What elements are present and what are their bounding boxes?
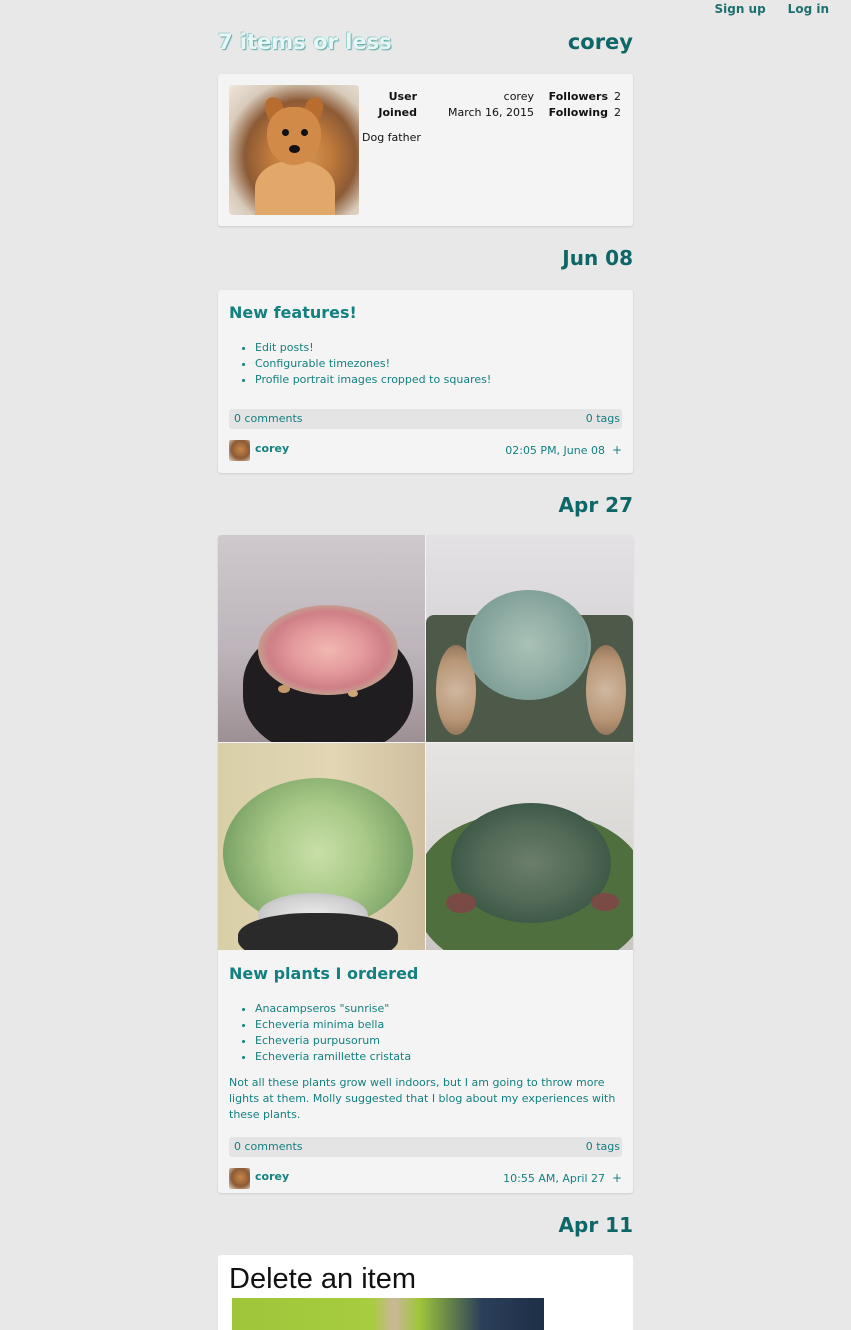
plant-photo[interactable] bbox=[426, 743, 633, 950]
site-header: 7 items or less corey bbox=[218, 0, 633, 74]
author-avatar[interactable] bbox=[229, 1168, 250, 1189]
plus-icon[interactable]: + bbox=[612, 1171, 622, 1185]
post-date: Jun 08 bbox=[562, 246, 633, 270]
post-title[interactable]: Delete an item bbox=[229, 1263, 416, 1296]
list-item: Configurable timezones! bbox=[255, 356, 633, 372]
joined-value: March 16, 2015 bbox=[447, 106, 534, 119]
list-item: Profile portrait images cropped to squar… bbox=[255, 372, 633, 388]
post-date: Apr 27 bbox=[558, 493, 633, 517]
plus-icon[interactable]: + bbox=[612, 443, 622, 457]
login-link[interactable]: Log in bbox=[788, 2, 829, 16]
list-item: Anacampseros "sunrise" bbox=[255, 1001, 633, 1017]
profile-username[interactable]: corey bbox=[568, 30, 633, 54]
list-item: Echeveria purpusorum bbox=[255, 1033, 633, 1049]
post-timestamp[interactable]: 10:55 AM, April 27 bbox=[503, 1172, 605, 1185]
comments-link[interactable]: 0 comments bbox=[234, 412, 303, 425]
following-label[interactable]: Following bbox=[537, 106, 608, 119]
site-title[interactable]: 7 items or less bbox=[218, 30, 392, 54]
list-item: Echeveria minima bella bbox=[255, 1017, 633, 1033]
post-list: Anacampseros "sunrise" Echeveria minima … bbox=[218, 983, 633, 1065]
post-footer: corey 02:05 PM, June 08 + bbox=[218, 429, 633, 471]
post-title[interactable]: New plants I ordered bbox=[218, 950, 633, 983]
post-meta-bar: 0 comments 0 tags bbox=[229, 409, 622, 429]
post-image[interactable] bbox=[232, 1298, 544, 1330]
post-footer: corey 10:55 AM, April 27 + bbox=[218, 1157, 633, 1199]
author-name[interactable]: corey bbox=[255, 442, 289, 455]
plant-photo[interactable] bbox=[218, 743, 425, 950]
top-nav: Sign up Log in bbox=[714, 2, 829, 16]
comments-link[interactable]: 0 comments bbox=[234, 1140, 303, 1153]
photo-grid[interactable] bbox=[218, 535, 633, 950]
list-item: Echeveria ramillette cristata bbox=[255, 1049, 633, 1065]
post-list: Edit posts! Configurable timezones! Prof… bbox=[218, 322, 633, 388]
plant-photo[interactable] bbox=[218, 535, 425, 742]
profile-info: User corey Followers 2 Joined March 16, … bbox=[362, 90, 621, 122]
post-title[interactable]: New features! bbox=[218, 290, 633, 322]
post-meta-bar: 0 comments 0 tags bbox=[229, 1137, 622, 1157]
author-avatar[interactable] bbox=[229, 440, 250, 461]
followers-label[interactable]: Followers bbox=[537, 90, 608, 103]
following-count[interactable]: 2 bbox=[612, 106, 621, 119]
signup-link[interactable]: Sign up bbox=[714, 2, 765, 16]
user-value: corey bbox=[503, 90, 534, 103]
user-label: User bbox=[388, 90, 417, 103]
post-card: New plants I ordered Anacampseros "sunri… bbox=[218, 535, 633, 1193]
profile-bio: Dog father bbox=[362, 131, 421, 144]
main-column: 7 items or less corey User corey Followe… bbox=[218, 0, 633, 1330]
followers-count[interactable]: 2 bbox=[612, 90, 621, 103]
profile-portrait bbox=[229, 85, 359, 215]
profile-card: User corey Followers 2 Joined March 16, … bbox=[218, 74, 633, 226]
list-item: Edit posts! bbox=[255, 340, 633, 356]
post-timestamp[interactable]: 02:05 PM, June 08 bbox=[505, 444, 605, 457]
tags-link[interactable]: 0 tags bbox=[586, 1140, 620, 1153]
author-name[interactable]: corey bbox=[255, 1170, 289, 1183]
post-card: New features! Edit posts! Configurable t… bbox=[218, 290, 633, 473]
post-card: Delete an item bbox=[218, 1255, 633, 1330]
post-date: Apr 11 bbox=[558, 1213, 633, 1237]
post-body: Not all these plants grow well indoors, … bbox=[229, 1076, 616, 1121]
joined-label: Joined bbox=[378, 106, 417, 119]
plant-photo[interactable] bbox=[426, 535, 633, 742]
tags-link[interactable]: 0 tags bbox=[586, 412, 620, 425]
